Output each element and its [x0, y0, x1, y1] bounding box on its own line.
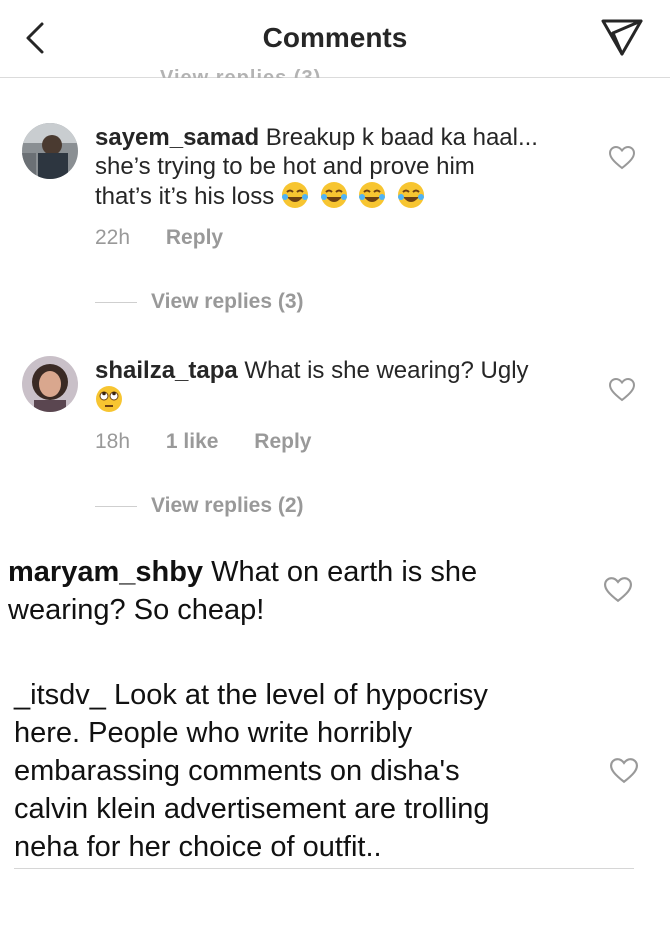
face-with-rolling-eyes-icon — [96, 386, 122, 412]
heart-icon[interactable] — [609, 146, 635, 170]
view-replies-button[interactable]: View replies (2) — [95, 494, 304, 518]
comment-text: _itsdv_ Look at the level of hypocrisy h… — [14, 676, 594, 866]
avatar[interactable] — [22, 356, 78, 412]
comment-body: calvin klein advertisement are trolling — [14, 793, 490, 825]
comment-meta: 22h Reply — [95, 226, 253, 250]
view-replies-label: View replies (3) — [151, 290, 304, 313]
avatar[interactable] — [22, 123, 78, 179]
reply-button[interactable]: Reply — [254, 430, 311, 453]
reply-button[interactable]: Reply — [166, 226, 223, 249]
comment-body: Breakup k baad ka haal... — [265, 124, 538, 151]
avatar-image — [22, 356, 78, 412]
comment-body: What is she wearing? Ugly — [244, 357, 529, 384]
view-replies-button[interactable]: View replies (3) — [95, 290, 304, 314]
comment-text: shailza_tapa What is she wearing? Ugly — [95, 356, 595, 415]
header-bar: Comments — [0, 0, 670, 78]
comment-body: embarassing comments on disha's — [14, 755, 460, 787]
comment-username[interactable]: _itsdv_ — [14, 679, 106, 711]
comment-time: 22h — [95, 226, 131, 249]
comment-body: that’s it’s his loss — [95, 183, 275, 210]
comment-username[interactable]: shailza_tapa — [95, 357, 238, 384]
divider — [95, 301, 137, 303]
divider — [14, 868, 634, 869]
comment-body: What on earth is she — [211, 556, 478, 588]
comment-meta: 18h 1 like Reply — [95, 430, 341, 454]
comment-text: maryam_shby What on earth is she wearing… — [8, 553, 588, 629]
heart-icon[interactable] — [604, 577, 632, 603]
comment-text: sayem_samad Breakup k baad ka haal... sh… — [95, 123, 595, 211]
face-with-tears-of-joy-icon — [281, 182, 429, 210]
comment-body: neha for her choice of outfit.. — [14, 831, 382, 863]
view-replies-label: View replies (2) — [151, 494, 304, 517]
paper-plane-icon — [601, 19, 643, 56]
share-button[interactable] — [600, 16, 644, 58]
comment-body: here. People who write horribly — [14, 717, 413, 749]
comment-username[interactable]: maryam_shby — [8, 556, 203, 588]
comment-body: wearing? So cheap! — [8, 594, 265, 626]
heart-icon[interactable] — [610, 758, 638, 784]
heart-icon[interactable] — [609, 378, 635, 402]
view-replies-partial[interactable]: View replies (3) — [160, 64, 321, 78]
comment-time: 18h — [95, 430, 131, 453]
comment-body: Look at the level of hypocrisy — [113, 679, 488, 711]
comment-body: she’s trying to be hot and prove him — [95, 153, 475, 180]
divider — [95, 505, 137, 507]
page-title: Comments — [262, 22, 408, 53]
likes-count[interactable]: 1 like — [166, 430, 219, 453]
avatar-image — [22, 123, 78, 179]
comment-username[interactable]: sayem_samad — [95, 124, 259, 151]
